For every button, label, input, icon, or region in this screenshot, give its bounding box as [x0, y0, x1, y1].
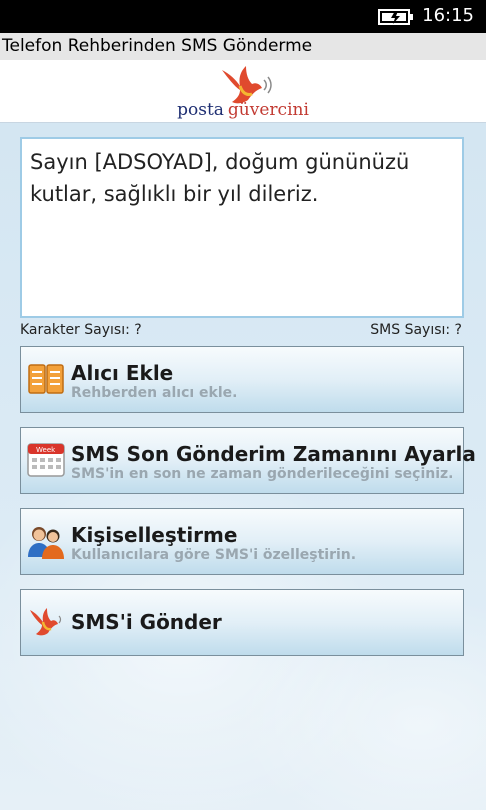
personalize-subtitle: Kullanıcılara göre SMS'i özelleştirin. — [71, 547, 357, 563]
personalize-button[interactable]: Kişiselleştirme Kullanıcılara göre SMS'i… — [20, 508, 464, 575]
calendar-icon: Week — [27, 443, 65, 477]
address-book-icon — [28, 364, 64, 394]
set-send-time-subtitle: SMS'in en son ne zaman gönderileceğini s… — [71, 466, 454, 482]
users-icon — [28, 527, 64, 559]
set-send-time-title: SMS Son Gönderim Zamanını Ayarla — [71, 442, 476, 466]
svg-text:Week: Week — [36, 446, 56, 454]
personalize-title: Kişiselleştirme — [71, 523, 238, 547]
sms-count: SMS Sayısı: ? — [370, 322, 462, 338]
page-title: Telefon Rehberinden SMS Gönderme — [0, 33, 486, 60]
main-content: Sayın [ADSOYAD], doğum gününüzü kutlar, … — [0, 123, 486, 810]
add-recipient-title: Alıcı Ekle — [71, 361, 174, 385]
brand-word-posta: posta — [177, 100, 224, 120]
status-bar: 16:15 — [0, 0, 486, 33]
add-recipient-button[interactable]: Alıcı Ekle Rehberden alıcı ekle. — [20, 346, 464, 413]
send-sms-button[interactable]: SMS'i Gönder — [20, 589, 464, 656]
logo-header: posta güvercini — [0, 60, 486, 123]
clock: 16:15 — [422, 5, 474, 26]
battery-charging-icon — [378, 9, 413, 25]
message-textbox[interactable]: Sayın [ADSOYAD], doğum gününüzü kutlar, … — [20, 137, 464, 318]
character-count: Karakter Sayısı: ? — [20, 322, 142, 338]
brand-word-guvercini: güvercini — [227, 100, 309, 120]
set-send-time-button[interactable]: Week SMS Son Gönderim Zamanını Ayarla SM… — [20, 427, 476, 494]
send-sms-title: SMS'i Gönder — [71, 610, 222, 634]
counter-row: Karakter Sayısı: ? SMS Sayısı: ? — [20, 319, 464, 341]
brand-wordmark: posta güvercini — [0, 100, 486, 120]
dove-icon — [30, 608, 62, 636]
add-recipient-subtitle: Rehberden alıcı ekle. — [71, 385, 238, 401]
